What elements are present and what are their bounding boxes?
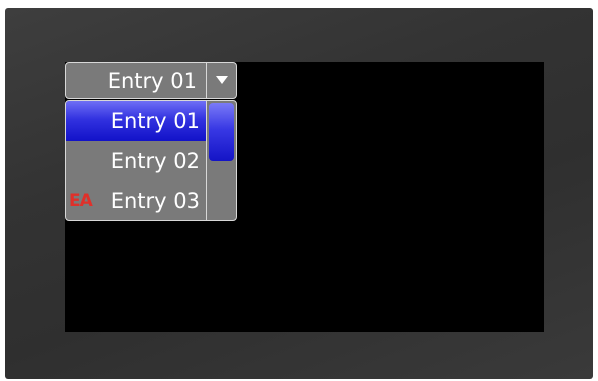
list-item-label: Entry 03 (110, 189, 200, 213)
list-item-entry-01[interactable]: Entry 01 (66, 101, 206, 141)
scrollbar[interactable] (207, 101, 236, 220)
dropdown-list: Entry 01 Entry 02 EA Entry 03 (65, 100, 237, 221)
triangle-down-icon (216, 76, 228, 84)
list-item-entry-03[interactable]: EA Entry 03 (66, 181, 206, 220)
scrollbar-thumb[interactable] (209, 103, 234, 161)
combo-box[interactable]: Entry 01 (65, 62, 237, 99)
list-item-label: Entry 02 (110, 149, 200, 173)
ea-logo-icon: EA (69, 191, 93, 211)
list-item-entry-02[interactable]: Entry 02 (66, 141, 206, 181)
list-item-label: Entry 01 (110, 109, 200, 133)
combo-dropdown-button[interactable] (207, 63, 237, 98)
combo-selected-value: Entry 01 (107, 69, 197, 93)
